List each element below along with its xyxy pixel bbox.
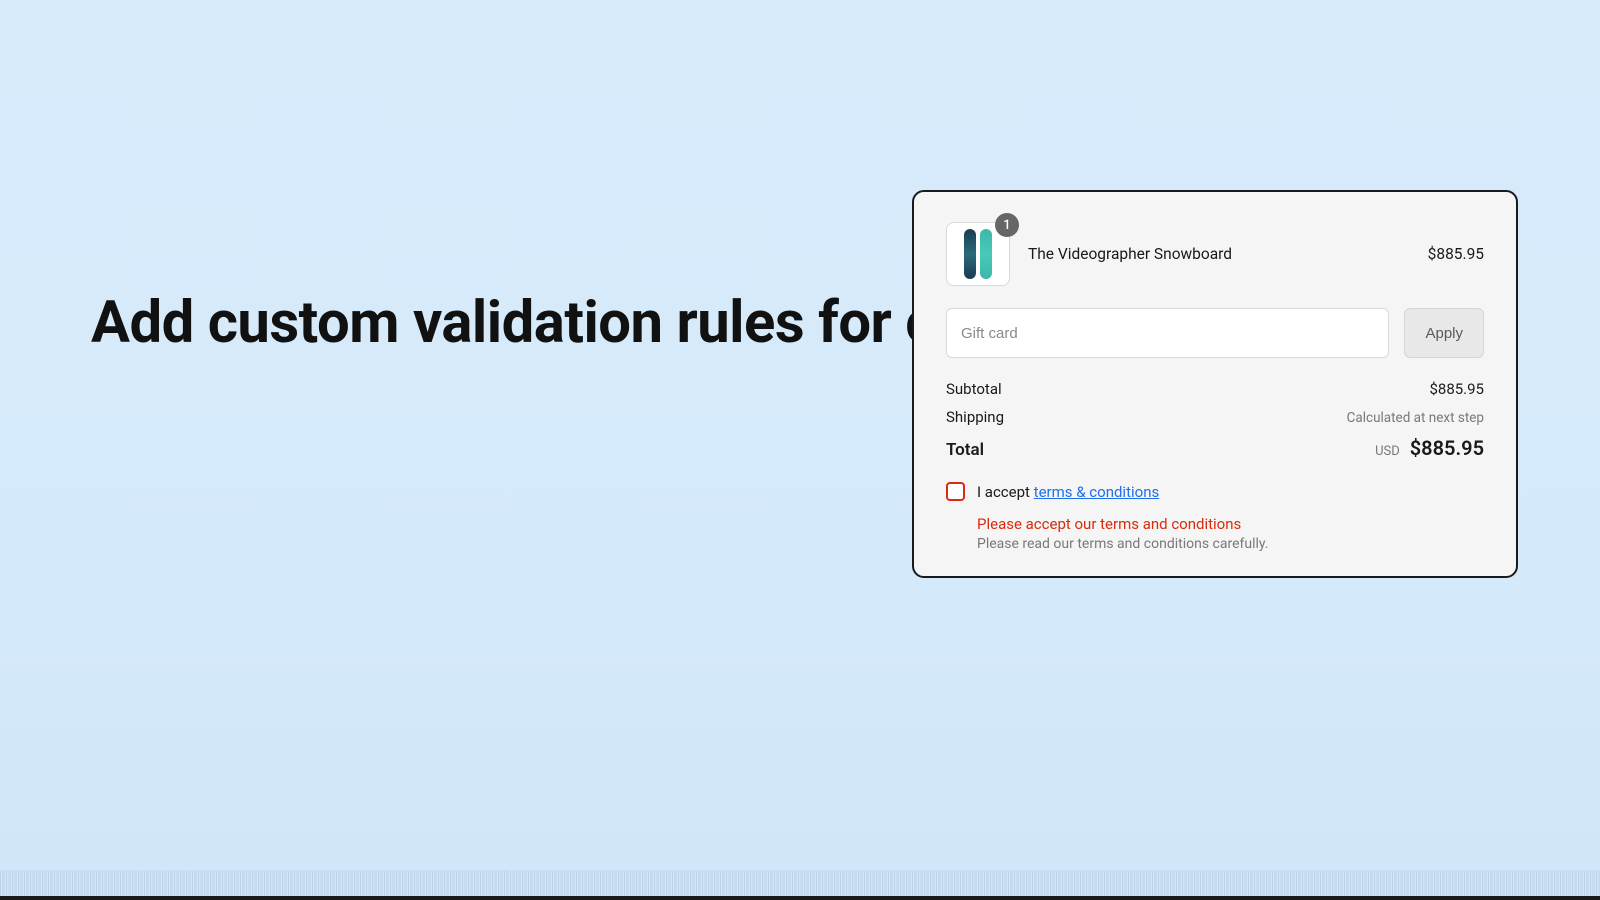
product-title: The Videographer Snowboard — [1028, 245, 1410, 263]
shipping-label: Shipping — [946, 408, 1004, 426]
subtotal-label: Subtotal — [946, 380, 1002, 398]
consent-checkbox[interactable] — [946, 482, 965, 501]
shipping-value: Calculated at next step — [1347, 410, 1484, 426]
total-row: Total USD $885.95 — [946, 436, 1484, 460]
snowboard-icon — [980, 229, 992, 279]
decorative-noise — [0, 896, 1600, 900]
terms-link[interactable]: terms & conditions — [1034, 483, 1160, 501]
cart-line-item: 1 The Videographer Snowboard $885.95 — [946, 222, 1484, 286]
quantity-badge: 1 — [995, 213, 1019, 237]
consent-row: I accept terms & conditions — [946, 482, 1484, 501]
subtotal-row: Subtotal $885.95 — [946, 380, 1484, 398]
validation-error-block: Please accept our terms and conditions P… — [946, 515, 1484, 552]
product-thumbnail-wrap: 1 — [946, 222, 1010, 286]
shipping-row: Shipping Calculated at next step — [946, 408, 1484, 426]
consent-text: I accept terms & conditions — [977, 483, 1159, 501]
checkout-summary-panel: 1 The Videographer Snowboard $885.95 App… — [912, 190, 1518, 578]
product-price: $885.95 — [1428, 245, 1484, 263]
apply-button[interactable]: Apply — [1404, 308, 1484, 358]
snowboard-icon — [964, 229, 976, 279]
subtotal-value: $885.95 — [1429, 380, 1484, 398]
consent-prefix: I accept — [977, 483, 1034, 501]
currency-code: USD — [1375, 444, 1400, 459]
gift-card-row: Apply — [946, 308, 1484, 358]
validation-error-message: Please accept our terms and conditions — [977, 515, 1484, 533]
total-value: $885.95 — [1410, 436, 1484, 460]
total-label: Total — [946, 440, 984, 460]
gift-card-input[interactable] — [946, 308, 1389, 358]
validation-error-hint: Please read our terms and conditions car… — [977, 536, 1484, 552]
